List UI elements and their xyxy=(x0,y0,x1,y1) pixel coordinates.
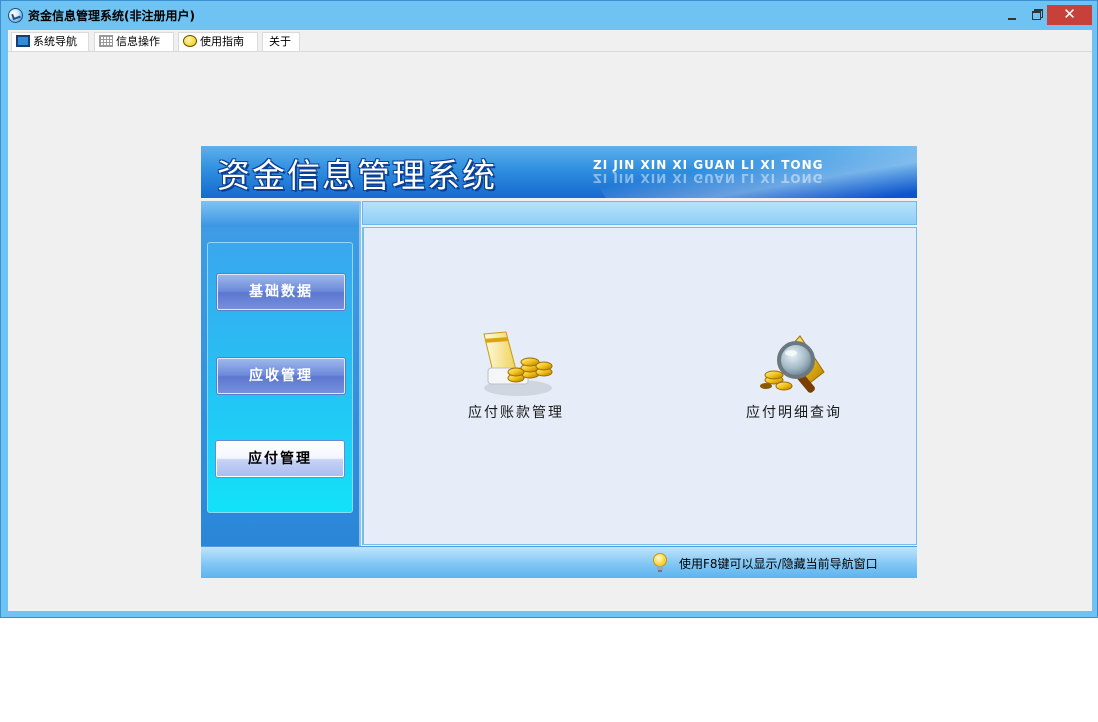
payables-coins-icon xyxy=(483,331,553,396)
content-header xyxy=(362,201,917,225)
minimize-icon xyxy=(1008,17,1016,20)
payables-management-link[interactable]: 应付账款管理 xyxy=(436,328,596,422)
window-title: 资金信息管理系统(非注册用户) xyxy=(28,9,195,23)
tab-label: 使用指南 xyxy=(200,35,244,48)
tab-label: 系统导航 xyxy=(33,35,77,48)
payables-detail-query-link[interactable]: 应付明细查询 xyxy=(714,328,874,422)
tab-label: 信息操作 xyxy=(116,35,160,48)
banner-pinyin-reflection: ZI JIN XIN XI GUAN LI XI TONG xyxy=(593,171,824,185)
status-hint: 使用F8键可以显示/隐藏当前导航窗口 xyxy=(679,557,878,571)
sidebar: 基础数据 应收管理 应付管理 xyxy=(201,201,361,546)
navigation-panel: 资金信息管理系统 ZI JIN XIN XI GUAN LI XI TONG Z… xyxy=(201,146,917,578)
tab-divider xyxy=(8,51,1092,52)
app-logo-icon[interactable] xyxy=(8,8,23,23)
sidebar-menu: 基础数据 应收管理 应付管理 xyxy=(207,242,353,513)
tab-bar: 系统导航 信息操作 使用指南 关于 xyxy=(8,30,1092,52)
minimize-button[interactable] xyxy=(999,5,1025,25)
monitor-icon xyxy=(16,35,30,47)
sidebar-item-payables[interactable]: 应付管理 xyxy=(216,441,344,477)
tab-about[interactable]: 关于 xyxy=(262,32,300,51)
title-bar[interactable]: 资金信息管理系统(非注册用户) ✕ xyxy=(1,1,1097,29)
feature-label: 应付账款管理 xyxy=(468,405,564,421)
sidebar-header xyxy=(201,201,359,227)
restore-button[interactable] xyxy=(1025,5,1047,25)
close-button[interactable]: ✕ xyxy=(1047,5,1092,25)
detail-search-icon xyxy=(754,328,834,398)
tab-system-navigation[interactable]: 系统导航 xyxy=(11,32,89,51)
banner: 资金信息管理系统 ZI JIN XIN XI GUAN LI XI TONG Z… xyxy=(201,146,917,198)
banner-title: 资金信息管理系统 xyxy=(217,156,497,195)
grid-icon xyxy=(99,35,113,47)
detail-search-icon xyxy=(760,335,825,393)
feature-label: 应付明细查询 xyxy=(746,405,842,421)
status-bar: 使用F8键可以显示/隐藏当前导航窗口 xyxy=(201,546,917,578)
lightbulb-icon xyxy=(653,553,667,572)
sidebar-item-receivables[interactable]: 应收管理 xyxy=(217,358,345,394)
help-icon xyxy=(183,35,197,47)
banner-pinyin: ZI JIN XIN XI GUAN LI XI TONG xyxy=(593,158,824,172)
content-area: 应付账款管理 应付明细查询 xyxy=(362,227,917,545)
tab-label: 关于 xyxy=(269,35,291,48)
sidebar-item-basic-data[interactable]: 基础数据 xyxy=(217,274,345,310)
payables-coins-icon xyxy=(476,328,556,398)
tab-user-guide[interactable]: 使用指南 xyxy=(178,32,258,51)
tab-info-operations[interactable]: 信息操作 xyxy=(94,32,174,51)
